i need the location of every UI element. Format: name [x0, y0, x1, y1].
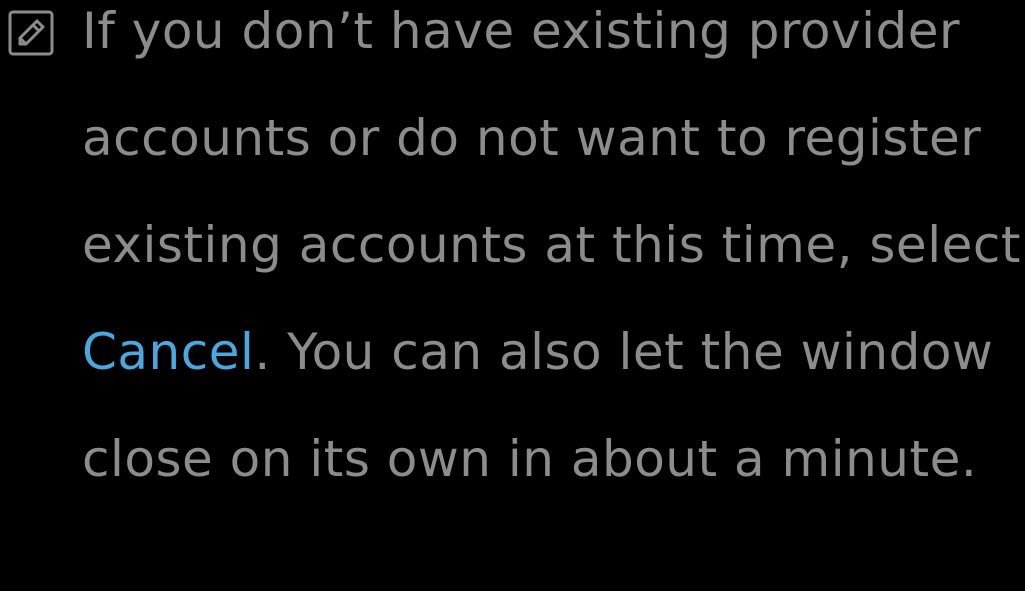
- note-pencil-icon: [8, 10, 54, 56]
- note-text: If you don’t have existing provider acco…: [82, 0, 1022, 513]
- note-block: If you don’t have existing provider acco…: [0, 0, 1025, 591]
- cancel-highlight: Cancel: [82, 323, 255, 381]
- note-text-before: If you don’t have existing provider acco…: [82, 2, 1021, 274]
